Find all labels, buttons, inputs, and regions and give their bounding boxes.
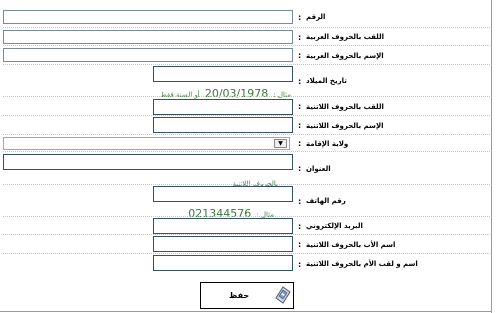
colon: :	[298, 76, 302, 86]
row-name-ar: : الإسم بالحروف العربية	[3, 45, 490, 65]
number-label: الرقم	[306, 13, 326, 21]
name-ar-label: الإسم بالحروف العربية	[306, 51, 384, 60]
row-phone: مثال : 021344576 : رقم الهاتف	[3, 184, 490, 220]
colon: :	[298, 259, 302, 269]
wilaya-label: ولاية الإقامة	[306, 139, 349, 148]
save-area: حفظ	[200, 282, 294, 310]
email-input[interactable]	[153, 218, 293, 234]
colon: :	[298, 51, 302, 60]
row-number: : الرقم	[3, 7, 490, 27]
name-ar-input[interactable]	[3, 48, 293, 62]
wilaya-select[interactable]: ▼	[3, 137, 290, 150]
name-lat-input[interactable]	[153, 117, 293, 133]
mother-name-label: اسم و لقب الأم بالحروف اللاتنية	[306, 260, 418, 268]
phone-label: رقم الهاتف	[306, 197, 346, 205]
name-lat-label: الإسم بالحروف اللاتنية	[306, 121, 384, 130]
row-address: بالحروف اللاتنية : العنوان	[3, 151, 490, 188]
surname-lat-input[interactable]	[153, 99, 293, 115]
father-name-label: اسم الأب بالحروف اللاتنية	[306, 240, 396, 249]
number-input[interactable]	[3, 10, 293, 24]
frame-border-bottom	[0, 311, 492, 312]
surname-ar-label: اللقب بالحروف العربية	[306, 33, 385, 41]
colon: :	[298, 196, 302, 206]
frame-border-right	[491, 0, 492, 313]
row-name-lat: : الإسم بالحروف اللاتنية	[3, 115, 490, 135]
colon: :	[298, 221, 302, 231]
mother-name-input[interactable]	[153, 255, 293, 271]
row-birthdate: مثال : 20/03/1978 أو السنة فقط : تاريخ ا…	[3, 64, 490, 100]
father-name-input[interactable]	[153, 236, 293, 252]
save-button[interactable]: حفظ	[200, 282, 294, 309]
row-father-name: : اسم الأب بالحروف اللاتنية	[3, 234, 490, 254]
colon: :	[298, 12, 302, 22]
colon: :	[298, 240, 302, 249]
birthdate-input[interactable]	[153, 66, 293, 82]
row-surname-lat: : اللقب بالحروف اللاتنية	[3, 96, 490, 116]
surname-ar-input[interactable]	[3, 30, 293, 44]
save-label: حفظ	[229, 291, 250, 300]
phone-input[interactable]	[153, 186, 293, 202]
row-surname-ar: : اللقب بالحروف العربية	[3, 27, 490, 46]
colon: :	[298, 32, 302, 42]
birthdate-label: تاريخ الميلاد	[306, 77, 347, 85]
registration-form: : الرقم : اللقب بالحروف العربية : الإسم …	[0, 0, 500, 313]
colon: :	[298, 164, 302, 173]
row-wilaya: ▼ : ولاية الإقامة	[3, 134, 490, 152]
colon: :	[298, 121, 302, 130]
colon: :	[298, 139, 302, 148]
address-input[interactable]	[3, 154, 293, 170]
save-diskette-icon	[275, 286, 291, 308]
surname-lat-label: اللقب بالحروف اللاتنية	[306, 102, 384, 111]
chevron-down-icon[interactable]: ▼	[274, 139, 287, 148]
row-mother-name: : اسم و لقب الأم بالحروف اللاتنية	[3, 253, 490, 274]
email-label: البريد الإلكتروني	[306, 222, 363, 230]
address-label: العنوان	[306, 164, 331, 173]
colon: :	[298, 102, 302, 111]
row-email: : البريد الإلكتروني	[3, 216, 490, 235]
